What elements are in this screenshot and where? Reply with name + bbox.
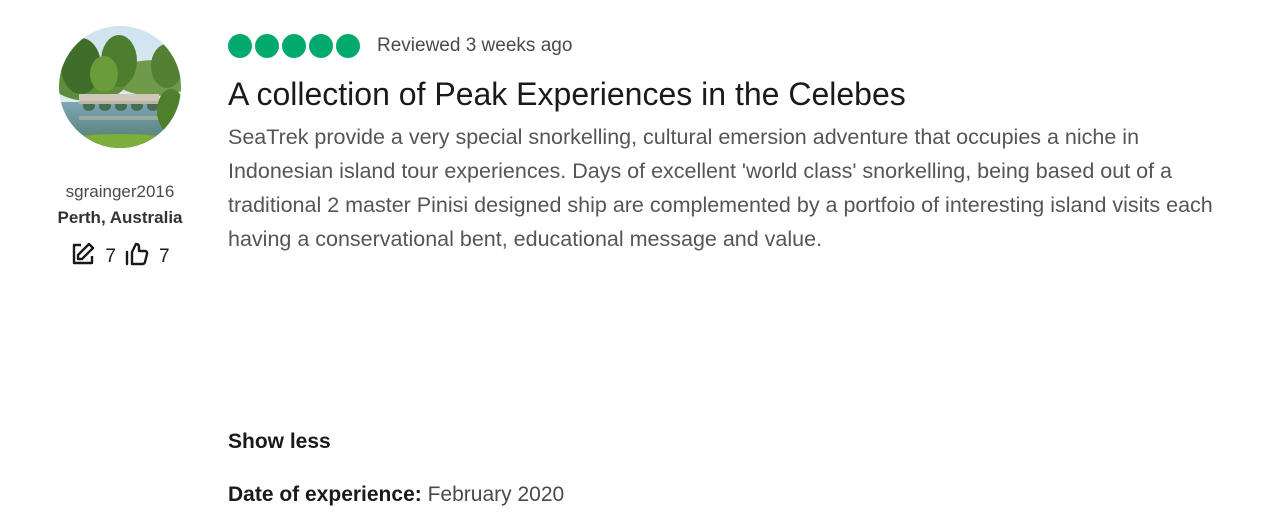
review-content: Reviewed 3 weeks ago A collection of Pea… [228,32,1228,256]
contributions-stat: 7 [70,241,116,273]
date-of-experience-label: Date of experience: [228,483,422,506]
author-username[interactable]: sgrainger2016 [50,182,190,202]
rating-bubble-icon [228,34,252,58]
date-of-experience-value: February 2020 [427,483,565,506]
bubble-rating [228,34,360,58]
author-stats: 7 7 [50,241,190,273]
author-location: Perth, Australia [57,208,183,227]
rating-bubble-icon [336,34,360,58]
avatar[interactable] [59,26,181,148]
pencil-square-icon [70,241,96,273]
rating-bubble-icon [255,34,279,58]
review-title: A collection of Peak Experiences in the … [228,76,906,112]
contributions-count: 7 [105,246,116,267]
rating-bubble-icon [282,34,306,58]
review-card: sgrainger2016 Perth, Australia 7 7 Revie… [0,0,1280,532]
rating-row: Reviewed 3 weeks ago [228,32,1228,60]
review-author: sgrainger2016 Perth, Australia 7 7 [50,26,190,273]
rating-bubble-icon [309,34,333,58]
thumbs-up-icon [124,241,150,273]
helpful-votes-count: 7 [159,246,170,267]
review-body: SeaTrek provide a very special snorkelli… [228,125,1213,251]
date-of-experience: Date of experience: February 2020 [228,483,564,507]
reviewed-date: Reviewed 3 weeks ago [377,35,573,56]
avatar-image [59,26,181,148]
show-less-button[interactable]: Show less [228,430,331,454]
helpful-votes-stat: 7 [124,241,170,273]
